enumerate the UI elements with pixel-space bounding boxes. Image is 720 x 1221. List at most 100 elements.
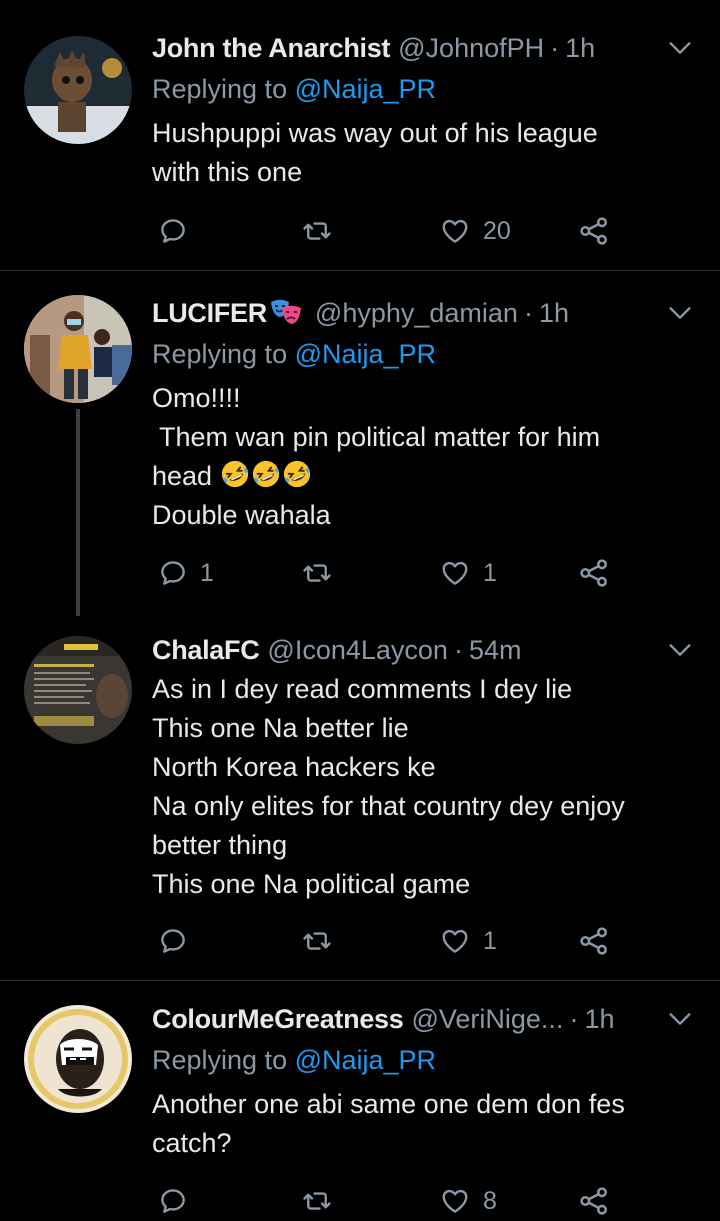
reply-icon xyxy=(158,216,188,246)
reply-button[interactable]: 1 xyxy=(158,553,214,593)
action-bar: 1 1 xyxy=(152,553,632,593)
tweet-text-line: North Korea hackers ke xyxy=(152,752,436,782)
retweet-button[interactable] xyxy=(300,1181,334,1221)
tweet-text-line: This one Na political game xyxy=(152,869,471,899)
like-button[interactable]: 8 xyxy=(439,1181,497,1221)
retweet-icon xyxy=(300,216,334,246)
tweet-text-line: Double wahala xyxy=(152,500,331,530)
chevron-down-icon[interactable] xyxy=(666,299,694,327)
tweet-header: ColourMeGreatness @VeriNige... · 1h xyxy=(152,999,614,1039)
tweet-text-line: catch? xyxy=(152,1128,232,1158)
tweet-card[interactable]: LUCIFER @hyphy_damian · 1h Replying to @… xyxy=(0,271,720,616)
user-handle[interactable]: @VeriNige... xyxy=(411,999,563,1039)
tweet-text-line: Omo!!!! xyxy=(152,383,241,413)
display-name[interactable]: John the Anarchist xyxy=(152,28,390,68)
tweet-text-line: head xyxy=(152,457,692,496)
display-name[interactable]: LUCIFER xyxy=(152,293,267,333)
retweet-button[interactable] xyxy=(300,211,334,251)
timestamp[interactable]: 1h xyxy=(539,293,569,333)
mention-link[interactable]: @Naija_PR xyxy=(295,1045,436,1075)
tweet-text-line: Na only elites for that country dey enjo… xyxy=(152,791,625,821)
reply-icon xyxy=(158,1186,188,1216)
action-bar: 1 xyxy=(152,921,632,961)
share-icon xyxy=(578,925,610,957)
performing-arts-icon xyxy=(270,299,301,324)
share-icon xyxy=(578,1185,610,1217)
share-icon xyxy=(578,215,610,247)
timestamp[interactable]: 1h xyxy=(565,28,595,68)
retweet-icon xyxy=(300,926,334,956)
reply-icon xyxy=(158,558,188,588)
avatar[interactable] xyxy=(24,636,132,744)
like-button[interactable]: 1 xyxy=(439,921,497,961)
tweet-card[interactable]: ChalaFC @Icon4Laycon · 54m As in I dey r… xyxy=(0,616,720,980)
action-bar: 20 xyxy=(152,211,632,251)
user-handle[interactable]: @hyphy_damian xyxy=(315,293,518,333)
retweet-button[interactable] xyxy=(300,553,334,593)
tweet-card[interactable]: ColourMeGreatness @VeriNige... · 1h Repl… xyxy=(0,981,720,1217)
tweet-text: Hushpuppi was way out of his league with… xyxy=(152,114,692,192)
mention-link[interactable]: @Naija_PR xyxy=(295,339,436,369)
heart-icon xyxy=(439,558,471,588)
tweet-text: Another one abi same one dem don fes cat… xyxy=(152,1085,692,1163)
replying-to-label: Replying to xyxy=(152,339,295,369)
tweet-text: As in I dey read comments I dey lie This… xyxy=(152,670,692,904)
separator-dot: · xyxy=(523,298,533,328)
display-name[interactable]: ColourMeGreatness xyxy=(152,999,404,1039)
retweet-icon xyxy=(300,558,334,588)
retweet-icon xyxy=(300,1186,334,1216)
tweet-text-line: Them wan pin political matter for him xyxy=(152,422,601,452)
like-count: 1 xyxy=(483,558,497,587)
thread-connector xyxy=(76,409,80,616)
tweet-text-line: As in I dey read comments I dey lie xyxy=(152,674,573,704)
like-count: 20 xyxy=(483,216,511,245)
like-button[interactable]: 1 xyxy=(439,553,497,593)
reply-button[interactable] xyxy=(158,921,188,961)
chevron-down-icon[interactable] xyxy=(666,34,694,62)
heart-icon xyxy=(439,926,471,956)
tweet-card[interactable]: John the Anarchist @JohnofPH · 1h Replyi… xyxy=(0,0,720,270)
heart-icon xyxy=(439,216,471,246)
heart-icon xyxy=(439,1186,471,1216)
chevron-down-icon[interactable] xyxy=(666,636,694,664)
share-icon xyxy=(578,557,610,589)
tweet-text-line: This one Na better lie xyxy=(152,713,409,743)
tweet-text-line: Hushpuppi was way out of his league xyxy=(152,118,598,148)
share-button[interactable] xyxy=(578,553,610,593)
reply-button[interactable] xyxy=(158,1181,188,1221)
tweet-text: Omo!!!! Them wan pin political matter fo… xyxy=(152,379,692,535)
separator-dot: · xyxy=(569,1004,579,1034)
replying-to: Replying to @Naija_PR xyxy=(152,69,436,109)
rolling-on-floor-laughing-emoji xyxy=(282,459,312,489)
separator-dot: · xyxy=(453,635,463,665)
retweet-button[interactable] xyxy=(300,921,334,961)
avatar[interactable] xyxy=(24,1005,132,1113)
user-handle[interactable]: @JohnofPH xyxy=(398,28,544,68)
replying-to: Replying to @Naija_PR xyxy=(152,1040,436,1080)
display-name[interactable]: ChalaFC xyxy=(152,630,260,670)
like-count: 8 xyxy=(483,1186,497,1215)
tweet-header: John the Anarchist @JohnofPH · 1h xyxy=(152,28,595,68)
tweet-text-fragment: head xyxy=(152,461,213,491)
like-button[interactable]: 20 xyxy=(439,211,511,251)
rolling-on-floor-laughing-emoji xyxy=(220,459,250,489)
replying-to-label: Replying to xyxy=(152,1045,295,1075)
reply-button[interactable] xyxy=(158,211,188,251)
share-button[interactable] xyxy=(578,1181,610,1221)
rolling-on-floor-laughing-emoji xyxy=(251,459,281,489)
tweet-header: ChalaFC @Icon4Laycon · 54m xyxy=(152,630,521,670)
tweet-text-line: better thing xyxy=(152,830,288,860)
avatar[interactable] xyxy=(24,36,132,144)
chevron-down-icon[interactable] xyxy=(666,1005,694,1033)
tweet-header: LUCIFER @hyphy_damian · 1h xyxy=(152,293,569,333)
tweet-text-line: with this one xyxy=(152,157,303,187)
avatar[interactable] xyxy=(24,295,132,403)
share-button[interactable] xyxy=(578,211,610,251)
like-count: 1 xyxy=(483,926,497,955)
timestamp[interactable]: 54m xyxy=(469,630,522,670)
replying-to: Replying to @Naija_PR xyxy=(152,334,436,374)
user-handle[interactable]: @Icon4Laycon xyxy=(267,630,448,670)
timestamp[interactable]: 1h xyxy=(584,999,614,1039)
mention-link[interactable]: @Naija_PR xyxy=(295,74,436,104)
share-button[interactable] xyxy=(578,921,610,961)
